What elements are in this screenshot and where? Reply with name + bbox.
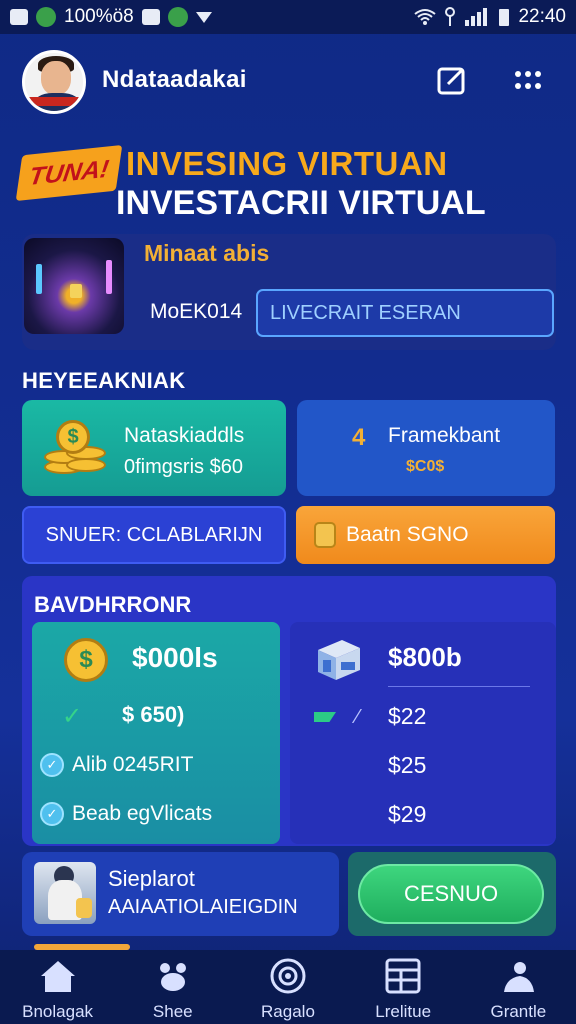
gallery-icon bbox=[10, 9, 28, 25]
info-icon: ✓ bbox=[40, 753, 64, 777]
promo-title: Sieplarot bbox=[108, 866, 195, 891]
hero-input[interactable]: LIVECRAIT ESERAN bbox=[256, 289, 554, 337]
balance-item-2-label: Beab egVlicats bbox=[72, 802, 213, 825]
balance-title: BAVDHRRONR bbox=[34, 592, 192, 617]
target-icon bbox=[270, 958, 306, 994]
hero-image[interactable] bbox=[24, 238, 124, 334]
avatar-face bbox=[41, 61, 71, 95]
battery-icon bbox=[499, 9, 510, 26]
edit-icon[interactable] bbox=[436, 64, 468, 96]
hero-light bbox=[70, 284, 82, 298]
promo-image bbox=[34, 862, 96, 924]
nav-label: Bnolagak bbox=[22, 1002, 94, 1021]
wifi-icon bbox=[414, 9, 437, 25]
framework-tile-value: $C0$ bbox=[406, 458, 445, 475]
check-icon: ✓ bbox=[62, 703, 83, 730]
download-icon bbox=[195, 11, 212, 23]
nav-label: Lrelitue bbox=[375, 1002, 432, 1021]
coins-icon: $ bbox=[42, 420, 106, 478]
clock: 22:40 bbox=[518, 6, 566, 27]
star-icon: 4 bbox=[352, 424, 366, 451]
key-icon bbox=[445, 7, 456, 26]
dollar-coin: $ bbox=[56, 420, 90, 454]
page-subtitle: INVESTACRII VIRTUAL bbox=[116, 184, 486, 222]
balance-right-value: $29 bbox=[388, 801, 427, 827]
page-title: INVESING VIRTUAN bbox=[126, 145, 448, 182]
dollar-coin-icon: $ bbox=[64, 638, 108, 682]
balance-right-value: $22 bbox=[388, 703, 427, 729]
coin-jar-icon bbox=[314, 522, 336, 548]
app-badge-icon bbox=[36, 7, 56, 27]
balance-right-value: $25 bbox=[388, 752, 427, 778]
nav-item-home[interactable]: Bnolagak bbox=[3, 958, 113, 1022]
earnings-tile-title: Nataskiaddls bbox=[124, 424, 245, 447]
hero-light bbox=[36, 264, 42, 294]
secondary-button[interactable]: SNUER: CCLABLARIJN bbox=[22, 506, 286, 564]
balance-main-amount: $000ls bbox=[132, 642, 218, 673]
nav-label: Grantle bbox=[490, 1002, 547, 1021]
shield-icon bbox=[167, 7, 188, 27]
avatar-tag bbox=[29, 97, 83, 106]
balance-item-1[interactable]: ✓ Alib 0245RIT bbox=[40, 753, 193, 777]
nav-label: Shee bbox=[152, 1002, 193, 1021]
primary-button-label: Baatn SGNO bbox=[346, 523, 469, 546]
balance-sub-amount: $ 650) bbox=[122, 702, 185, 727]
balance-divider bbox=[388, 686, 530, 687]
cta-button[interactable]: CESNUO bbox=[358, 864, 544, 924]
grid-icon bbox=[385, 958, 421, 994]
notification-icon bbox=[141, 9, 160, 25]
hero-subtitle: Minaat abis bbox=[144, 240, 270, 266]
balance-right-amount: $800b bbox=[388, 642, 462, 672]
status-left-text: 100%ö8 bbox=[64, 6, 134, 27]
section-label: HEYEEAKNIAK bbox=[22, 368, 186, 393]
nav-label: Ragalo bbox=[261, 1002, 315, 1021]
coin-stack bbox=[66, 458, 106, 472]
framework-tile-title: Framekbant bbox=[388, 424, 501, 447]
home-icon bbox=[40, 961, 75, 992]
paw-icon bbox=[159, 963, 186, 991]
promo-subtitle: AAIAATIOLAIEIGDIN bbox=[108, 896, 298, 918]
store-icon bbox=[318, 640, 360, 680]
nav-item-grantle[interactable]: Grantle bbox=[463, 958, 573, 1022]
status-bar-right: 22:40 bbox=[414, 6, 566, 28]
nav-item-shee[interactable]: Shee bbox=[118, 958, 228, 1022]
hero-code: MoEK014 bbox=[150, 300, 243, 323]
bottom-nav: Bnolagak Shee Ragalo Lrelitue Grantle bbox=[0, 950, 576, 1024]
more-icon[interactable] bbox=[510, 64, 546, 96]
nav-item-lrelitue[interactable]: Lrelitue bbox=[348, 958, 458, 1022]
chevron-right-icon: ⁄ bbox=[356, 706, 360, 728]
balance-item-2[interactable]: ✓ Beab egVlicats bbox=[40, 802, 212, 826]
status-bar-left: 100%ö8 bbox=[10, 6, 212, 28]
info-icon: ✓ bbox=[40, 802, 64, 826]
promo-image-coins bbox=[76, 898, 92, 918]
hero-light bbox=[106, 260, 112, 294]
status-bar: 100%ö8 22:40 bbox=[0, 0, 576, 34]
title-badge: TUNA! bbox=[15, 145, 123, 201]
balance-item-1-label: Alib 0245RIT bbox=[72, 753, 194, 776]
avatar[interactable] bbox=[22, 50, 86, 114]
nav-item-ragalo[interactable]: Ragalo bbox=[233, 958, 343, 1022]
person-icon bbox=[504, 962, 535, 992]
primary-button[interactable]: Baatn SGNO bbox=[296, 506, 555, 564]
username: Ndataadakai bbox=[102, 66, 247, 93]
earnings-tile-value: 0fimgsris $60 bbox=[124, 456, 243, 478]
framework-tile[interactable] bbox=[297, 400, 555, 496]
signal-icon bbox=[465, 8, 488, 26]
